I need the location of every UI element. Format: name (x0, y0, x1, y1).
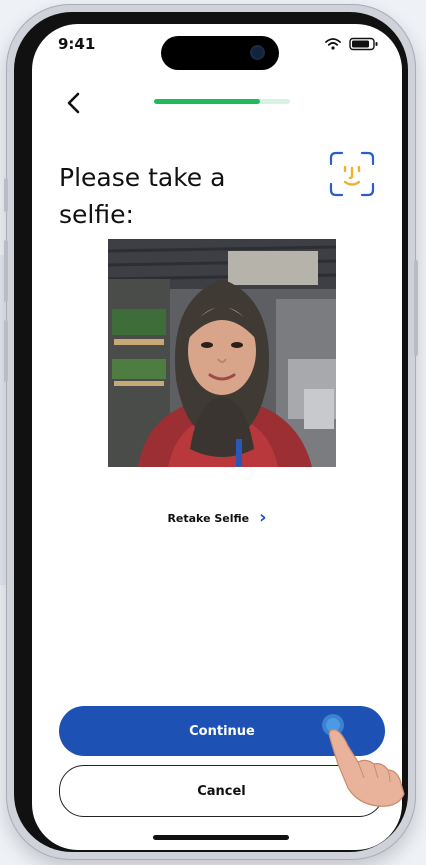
camera-icon (252, 47, 263, 58)
progress-fill (154, 99, 261, 104)
chevron-right-icon: › (259, 507, 267, 528)
continue-label: Continue (189, 723, 255, 739)
power-button (414, 260, 418, 356)
status-bar: 9:41 (32, 24, 402, 70)
volume-down-button (4, 320, 8, 382)
face-scan-icon (328, 150, 376, 198)
chevron-left-icon (67, 92, 80, 114)
battery-icon (349, 37, 378, 51)
phone-side-button (4, 178, 8, 212)
progress-bar (154, 99, 290, 104)
wifi-icon (325, 38, 341, 50)
status-time: 9:41 (58, 35, 96, 53)
cancel-label: Cancel (197, 783, 246, 799)
volume-up-button (4, 240, 8, 302)
back-button[interactable] (60, 88, 90, 118)
retake-selfie-link[interactable]: Retake Selfie › (32, 507, 402, 528)
dynamic-island (161, 36, 279, 70)
tap-hand-icon (318, 712, 408, 808)
page-title: Please take a selfie: (59, 162, 226, 229)
home-indicator (153, 835, 289, 840)
retake-selfie-label: Retake Selfie (167, 511, 250, 525)
selfie-photo (108, 239, 336, 467)
